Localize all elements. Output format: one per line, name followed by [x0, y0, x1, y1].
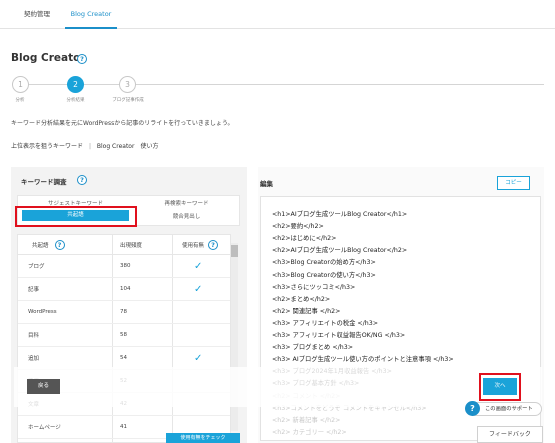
row-frequency: 41: [120, 424, 127, 430]
step-connector: [84, 84, 120, 85]
table-row: ブログ 380 ✓: [18, 255, 230, 278]
target-keyword-value: Blog Creator 使い方: [96, 143, 159, 150]
keyword-survey-title: キーワード調査: [21, 178, 67, 186]
step-3-label: ブログ記事作成: [112, 98, 144, 103]
row-frequency: 54: [120, 355, 127, 361]
editor-line: <h2>はじめに</h2>: [272, 235, 337, 243]
tab-competitor-headings[interactable]: 競合見出し: [133, 212, 240, 220]
editor-title: 編集: [260, 180, 273, 188]
table-row: 目科 58: [18, 324, 230, 347]
checkmark-icon: ✓: [194, 352, 203, 364]
editor-line: <h2>AIブログ生成ツールBlog Creator</h2>: [272, 247, 408, 255]
step-2-label: 分析結果: [66, 98, 85, 103]
row-word: 記事: [28, 287, 40, 293]
cooccurrence-table: 共起語 ? 出現頻度 使用有無 ? ブログ 380 ✓ 記事 104 ✓ WordPress…: [17, 234, 231, 443]
row-word: WordPress: [28, 309, 57, 315]
feedback-button[interactable]: フィードバック: [477, 426, 543, 443]
editor-line: <h2> 新着記事 </h2>: [272, 416, 341, 424]
step-connector: [136, 84, 544, 85]
row-word: 目科: [28, 333, 40, 339]
keyword-separator: |: [88, 143, 91, 150]
editor-line: <h2>要約</h2>: [272, 223, 324, 231]
editor-line: <h3>さらにツッコミ</h3>: [272, 283, 356, 291]
checkmark-icon: ✓: [194, 283, 203, 295]
target-keyword-row: 上位表示を狙うキーワード | Blog Creator 使い方: [11, 141, 158, 150]
help-icon[interactable]: ?: [77, 175, 87, 185]
table-scrollbar-thumb[interactable]: [231, 245, 238, 257]
question-circle-icon[interactable]: ?: [465, 401, 480, 416]
help-icon[interactable]: ?: [54, 239, 65, 250]
table-row: 記事 104 ✓: [18, 278, 230, 301]
row-word: ブログ: [28, 264, 45, 270]
row-frequency: 58: [120, 332, 127, 338]
table-header: 共起語 ? 出現頻度 使用有無 ?: [18, 235, 230, 255]
table-row: WordPress 78: [18, 301, 230, 324]
step-1-label: 分析: [15, 98, 25, 103]
row-frequency: 78: [120, 309, 127, 315]
nav-tab-blog-creator[interactable]: Blog Creator: [65, 0, 117, 29]
check-usage-button[interactable]: 使用有無をチェック: [166, 433, 240, 443]
highlight-box: [479, 373, 521, 401]
editor-line: <h2>まとめ</h2>: [272, 295, 331, 303]
editor-line: <h2> 関連記事 </h2>: [272, 307, 341, 315]
editor-line: <h3> アフィリエイトの税金 </h3>: [272, 319, 379, 327]
column-header-word: 共起語: [32, 242, 49, 249]
editor-line: <h3> ブログまとめ </h3>: [272, 344, 354, 352]
tab-research-keywords[interactable]: 再検索キーワード: [133, 199, 240, 207]
row-word: 追加: [28, 356, 40, 362]
column-header-frequency: 出現頻度: [120, 242, 143, 249]
page-title: Blog Creator: [11, 52, 86, 64]
step-connector: [28, 84, 68, 85]
checkmark-icon: ✓: [194, 260, 203, 272]
editor-line: <h3>Blog Creatorの始め方</h3>: [272, 259, 376, 267]
back-button[interactable]: 戻る: [27, 379, 60, 394]
description-text: キーワード分析結果を元にWordPressから記事のリライトを行っていきましょう…: [11, 120, 234, 127]
step-3-circle: 3: [119, 76, 136, 93]
row-frequency: 380: [120, 263, 131, 269]
row-frequency: 104: [120, 286, 131, 292]
editor-line: <h2> カテゴリー </h2>: [272, 428, 347, 436]
bottom-action-bar: [14, 367, 542, 407]
column-header-usage: 使用有無: [182, 242, 205, 249]
row-word: ホームページ: [28, 425, 61, 431]
highlight-box: [15, 206, 137, 227]
nav-tab-contract[interactable]: 契約管理: [14, 0, 60, 29]
editor-line: <h3> アフィリエイト収益報告OK/NG </h3>: [272, 332, 406, 339]
target-keyword-label: 上位表示を狙うキーワード: [11, 143, 84, 150]
editor-line: <h3> AIブログ生成ツール使い方のポイントと注意事項 </h3>: [272, 356, 454, 364]
help-icon[interactable]: ?: [208, 239, 219, 250]
step-1-circle: 1: [12, 76, 29, 93]
editor-line: <h1>AIブログ生成ツールBlog Creator</h1>: [272, 211, 408, 218]
editor-line: <h3>Blog Creatorの使い方</h3>: [272, 271, 376, 279]
help-icon[interactable]: ?: [77, 54, 87, 64]
step-2-circle: 2: [67, 76, 84, 93]
copy-button[interactable]: コピー: [497, 176, 530, 190]
